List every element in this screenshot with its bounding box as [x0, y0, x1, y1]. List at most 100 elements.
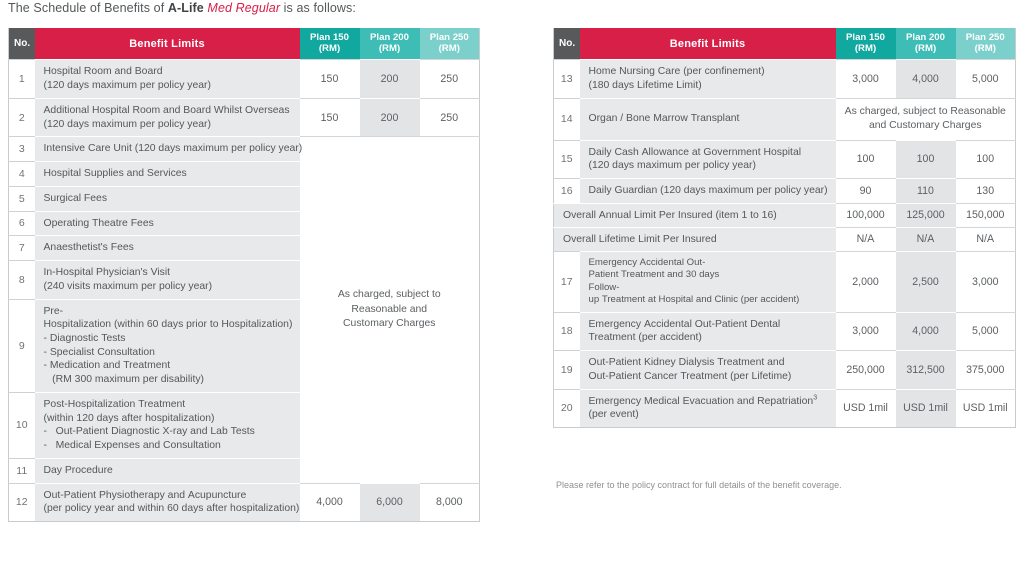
- value-plan-250: 8,000: [419, 482, 480, 522]
- row-number: 8: [8, 260, 35, 300]
- benefit-description: Home Nursing Care (per confinement) (180 …: [579, 59, 836, 99]
- benefit-line: Out-Patient Cancer Treatment (per Lifeti…: [588, 370, 792, 382]
- row-number: 4: [8, 161, 35, 187]
- value-plan-200: 6,000: [359, 482, 420, 522]
- benefit-line: Overall Lifetime Limit Per Insured: [563, 233, 717, 245]
- benefit-line: Follow-up Treatment at Hospital and Clin…: [588, 281, 800, 306]
- benefit-line: (RM 300 maximum per disability): [43, 374, 205, 386]
- benefit-line: (per event): [588, 409, 639, 421]
- value-plan-150: 4,000: [299, 482, 360, 522]
- value-plan-150: 100,000: [835, 202, 896, 228]
- plan-250-unit: (RM): [438, 42, 460, 54]
- value-plan-150: N/A: [835, 226, 896, 252]
- value-plan-150: 100: [835, 139, 896, 179]
- value-plan-200: USD 1mil: [895, 388, 956, 428]
- benefit-description: Daily Cash Allowance at Government Hospi…: [579, 139, 836, 179]
- as-charged-line: Customary Charges: [343, 318, 436, 330]
- benefit-description: Intensive Care Unit (120 days maximum pe…: [34, 136, 303, 162]
- plan-250-label: Plan 250: [965, 32, 1005, 43]
- table-row: 2 Additional Hospital Room and Board Whil…: [8, 97, 480, 137]
- table-body-right: 13 Home Nursing Care (per confinement) (18…: [553, 59, 1016, 428]
- benefit-description: Hospital Room and Board (120 days maximum…: [34, 59, 300, 99]
- value-plan-250: 250: [419, 59, 480, 99]
- benefits-table-right: No. Benefit Limits Plan 150 (RM) Plan 20…: [553, 28, 1016, 429]
- as-charged-line: As charged, subject to Reasonable: [844, 105, 1006, 117]
- row-number: 6: [8, 210, 35, 236]
- as-charged-line: As charged, subject to: [337, 289, 441, 301]
- benefit-description: Daily Guardian (120 days maximum per pol…: [579, 178, 836, 204]
- plan-150-unit: (RM): [854, 42, 877, 54]
- table-row: 3 Intensive Care Unit (120 days maximum p…: [8, 136, 480, 484]
- benefit-line: Daily Guardian (120 days maximum per pol…: [588, 185, 828, 197]
- benefit-line: Overall Annual Limit Per Insured (item 1…: [563, 209, 777, 221]
- value-plan-200: N/A: [895, 226, 956, 252]
- column-header-plan-250: Plan 250 (RM): [419, 28, 480, 60]
- benefit-description: Operating Theatre Fees: [34, 210, 300, 236]
- benefit-line: - Diagnostic Tests: [43, 333, 126, 345]
- row-number: 5: [8, 185, 35, 212]
- page-title: The Schedule of Benefits of A-Life Med R…: [8, 1, 356, 15]
- benefit-description: Emergency Medical Evacuation and Repatri…: [579, 388, 836, 428]
- plan-200-label: Plan 200: [370, 32, 409, 43]
- table-row: 20 Emergency Medical Evacuation and Repat…: [553, 388, 1016, 428]
- plan-150-unit: (RM): [318, 42, 341, 54]
- table-row: 19 Out-Patient Kidney Dialysis Treatment …: [553, 350, 1016, 390]
- footnote-text: Please refer to the policy contract for …: [556, 480, 842, 490]
- benefit-line: Emergency Accidental Out-Patient Dental: [588, 318, 781, 330]
- benefit-line: Intensive Care Unit (120 days maximum pe…: [43, 143, 303, 155]
- benefit-line: - Medical Expenses and Consultation: [43, 440, 221, 452]
- benefit-line: Daily Cash Allowance at Government Hospi…: [588, 146, 802, 158]
- benefit-line: Out-Patient Physiotherapy and Acupunctur…: [43, 489, 247, 501]
- value-plan-200: 125,000: [895, 202, 956, 228]
- row-number: 18: [553, 311, 580, 351]
- row-number: 3: [8, 136, 35, 162]
- benefit-description: Organ / Bone Marrow Transplant: [579, 97, 836, 141]
- benefit-description: Emergency Accidental Out-Patient Dental T…: [579, 311, 836, 351]
- benefit-description: Pre-Hospitalization (within 60 days prio…: [34, 298, 300, 393]
- benefit-line: - Medication and Treatment: [43, 360, 171, 372]
- benefit-line: Post-Hospitalization Treatment: [43, 398, 186, 410]
- table-row: 13 Home Nursing Care (per confinement) (18…: [553, 59, 1016, 99]
- plan-150-label: Plan 150: [310, 32, 349, 43]
- value-plan-200: 2,500: [895, 250, 956, 313]
- table-row: 1 Hospital Room and Board (120 days maximu…: [8, 59, 480, 99]
- benefit-line: - Out-Patient Diagnostic X-ray and Lab T…: [43, 426, 255, 438]
- footnote-marker: 3: [813, 394, 818, 402]
- brand-name-italic: Med Regular: [203, 1, 281, 15]
- benefit-line: (120 days maximum per policy year): [588, 160, 756, 172]
- row-number: 14: [553, 97, 580, 141]
- benefit-description-span: Overall Lifetime Limit Per Insured: [553, 226, 836, 252]
- as-charged-line: and Customary Charges: [868, 120, 982, 132]
- benefit-description: Hospital Supplies and Services: [34, 161, 300, 187]
- value-plan-200: 312,500: [895, 350, 956, 390]
- benefit-line: Organ / Bone Marrow Transplant: [588, 113, 740, 125]
- value-as-charged-merged: As charged, subject to Reasonable and Cus…: [835, 97, 1016, 141]
- value-plan-150: 3,000: [835, 59, 896, 99]
- benefit-description: Post-Hospitalization Treatment (within 12…: [34, 391, 300, 459]
- table-header-left: No. Benefit Limits Plan 150 (RM) Plan 20…: [8, 28, 480, 60]
- value-plan-250: 150,000: [955, 202, 1016, 228]
- value-plan-200: 110: [895, 178, 956, 204]
- value-plan-200: 200: [359, 59, 420, 99]
- row-number: 9: [8, 298, 35, 393]
- column-header-no: No.: [553, 28, 580, 60]
- column-header-plan-200: Plan 200 (RM): [359, 28, 420, 60]
- benefit-line: Emergency Accidental Out-Patient Treatme…: [588, 256, 720, 281]
- value-as-charged-merged: As charged, subject to Reasonable and Cust…: [299, 136, 480, 484]
- row-number: 10: [8, 391, 35, 459]
- benefit-description: Anaesthetist's Fees: [34, 235, 300, 261]
- value-plan-150: 150: [299, 59, 360, 99]
- value-plan-250: 375,000: [955, 350, 1016, 390]
- benefit-description: In-Hospital Physician's Visit (240 visits…: [34, 260, 300, 300]
- table-body-left: 1 Hospital Room and Board (120 days maximu…: [8, 59, 480, 522]
- benefit-line: Operating Theatre Fees: [43, 217, 154, 229]
- value-plan-250: 250: [419, 97, 480, 137]
- as-charged-line: Reasonable and: [351, 303, 428, 315]
- schedule-of-benefits-page: The Schedule of Benefits of A-Life Med R…: [0, 0, 1024, 577]
- row-number: 16: [553, 178, 580, 204]
- row-number: 20: [553, 388, 580, 428]
- plan-200-unit: (RM): [914, 42, 937, 54]
- benefit-line: Surgical Fees: [43, 192, 108, 204]
- table-row: 15 Daily Cash Allowance at Government Hos…: [553, 139, 1016, 179]
- benefits-table-left-wrapper: No. Benefit Limits Plan 150 (RM) Plan 20…: [8, 28, 480, 523]
